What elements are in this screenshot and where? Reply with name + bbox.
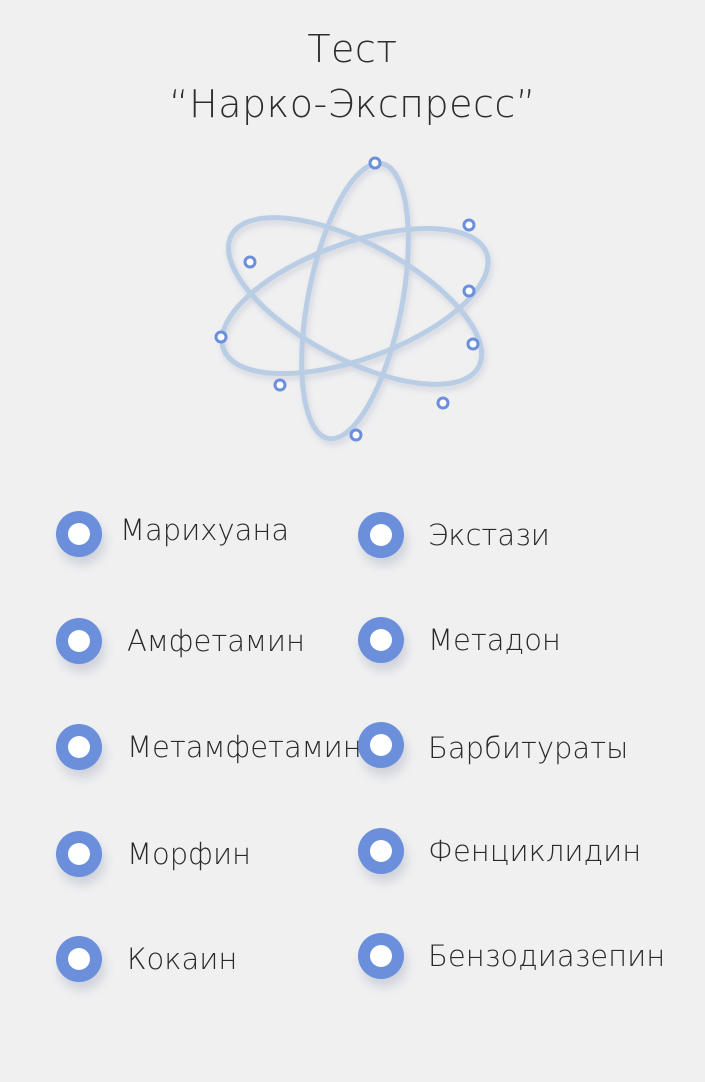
option-label: Кокаин [127, 942, 238, 976]
radio-button[interactable] [358, 617, 404, 663]
radio-button[interactable] [56, 724, 102, 770]
option-label: Бензодиазепин [428, 939, 666, 973]
radio-button[interactable] [358, 828, 404, 874]
option-label: Морфин [127, 837, 252, 871]
option-label: Фенциклидин [428, 834, 642, 868]
radio-button[interactable] [358, 933, 404, 979]
option-label: Амфетамин [127, 624, 305, 658]
option-label: Барбитураты [428, 731, 629, 765]
orbit-node [466, 337, 480, 351]
orbit-node [368, 156, 382, 170]
orbit-node [214, 330, 228, 344]
option-label: Марихуана [120, 513, 290, 547]
orbit-3 [299, 160, 411, 442]
orbit-node [462, 284, 476, 298]
orbit-node [349, 428, 363, 442]
orbit-2 [225, 215, 485, 387]
orbit-node [462, 218, 476, 232]
orbit-node [273, 378, 287, 392]
orbit-node [436, 396, 450, 410]
option-label: Экстази [428, 518, 550, 552]
radio-button[interactable] [56, 831, 102, 877]
radio-button[interactable] [56, 936, 102, 982]
atom-icon [214, 156, 491, 442]
radio-button[interactable] [358, 512, 404, 558]
orbit-1 [219, 225, 491, 377]
radio-button[interactable] [56, 618, 102, 664]
option-label: Метамфетамин [127, 730, 362, 764]
radio-button[interactable] [358, 722, 404, 768]
option-label: Метадон [428, 623, 561, 657]
orbit-node [243, 255, 257, 269]
radio-button[interactable] [56, 511, 102, 557]
